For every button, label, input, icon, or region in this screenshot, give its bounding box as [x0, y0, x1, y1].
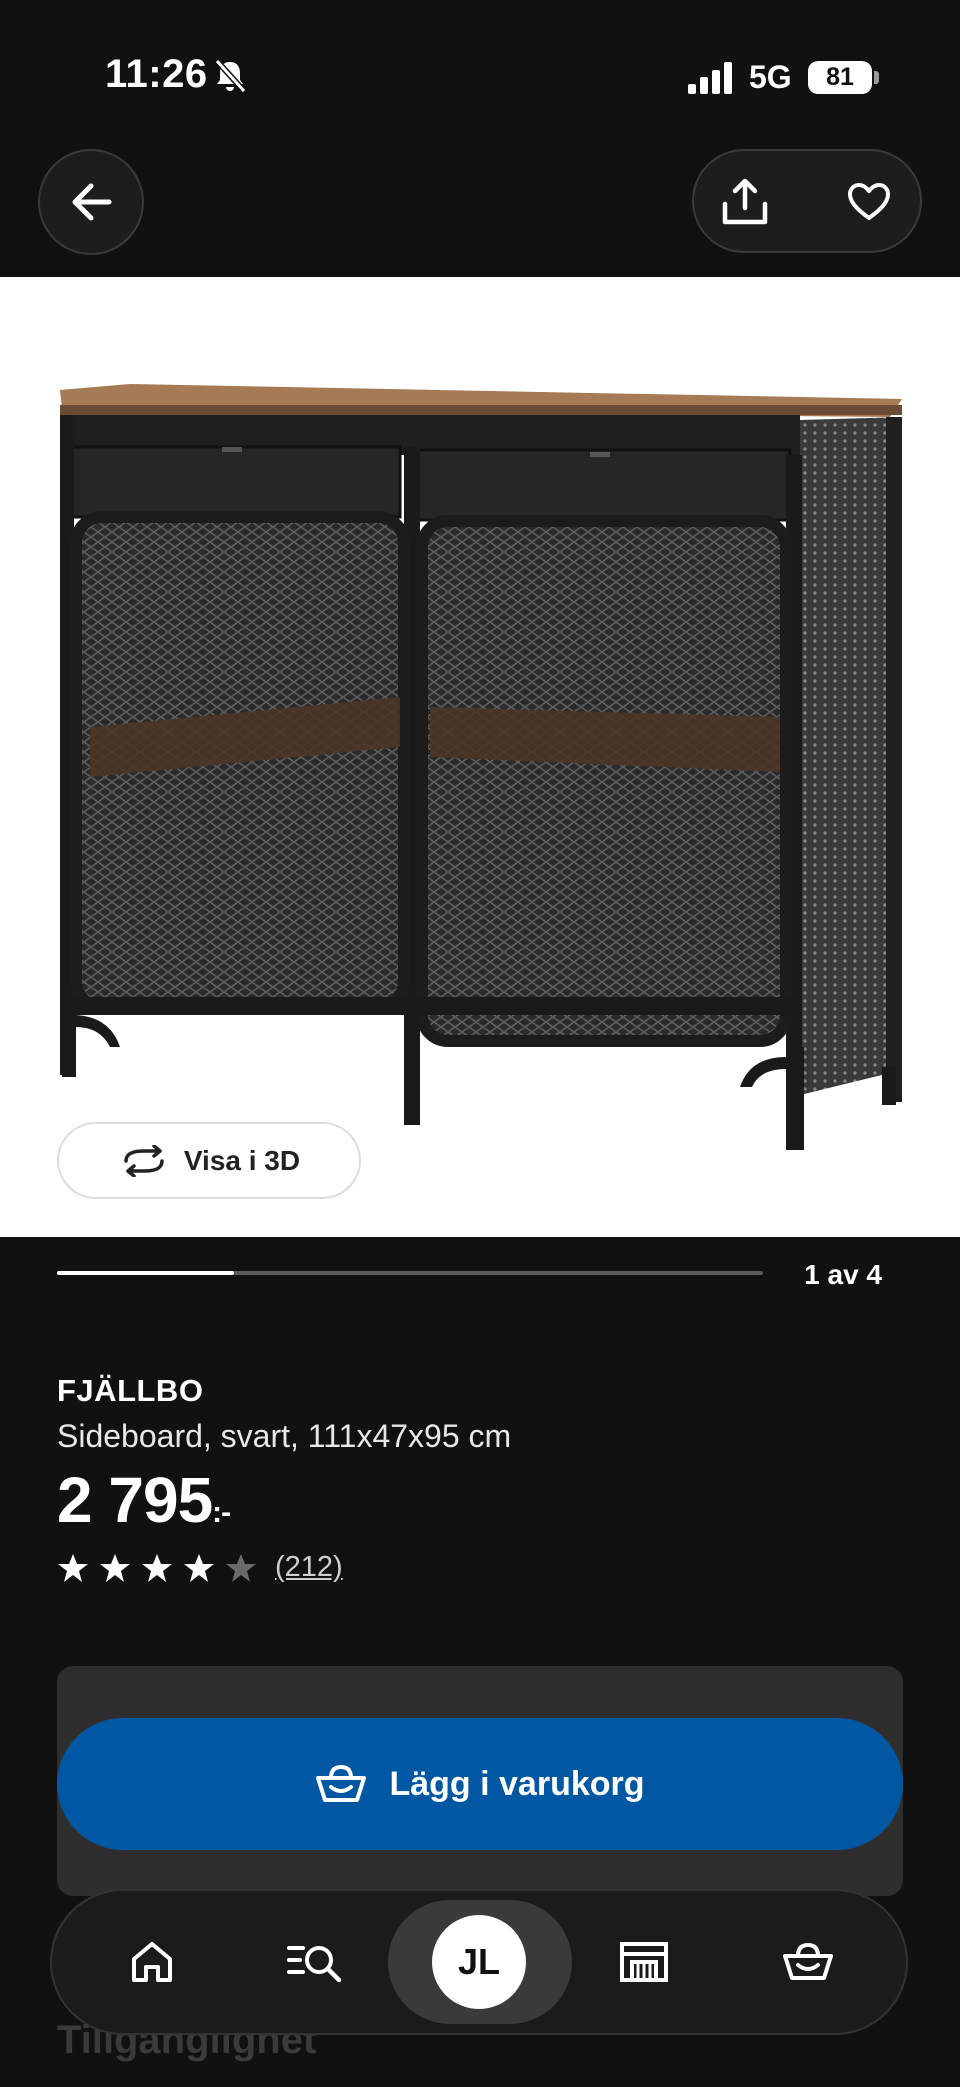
star-filled-icon	[142, 1553, 172, 1582]
view-3d-label: Visa i 3D	[183, 1144, 301, 1176]
arrow-left-icon	[72, 183, 112, 221]
review-count-link[interactable]: (212)	[275, 1551, 343, 1584]
product-name: FJÄLLBO	[57, 1373, 204, 1408]
gallery-progress	[57, 1271, 763, 1275]
basket-icon	[316, 1764, 367, 1802]
bell-muted-icon	[214, 58, 247, 94]
share-button[interactable]	[710, 167, 780, 237]
product-description: Sideboard, svart, 111x47x95 cm	[57, 1418, 512, 1454]
view-3d-button[interactable]: Visa i 3D	[57, 1122, 361, 1199]
sideboard-illustration	[60, 384, 902, 1150]
status-time: 11:26	[105, 52, 208, 96]
star-filled-icon	[58, 1553, 88, 1582]
price-value: 2 795	[57, 1464, 213, 1536]
basket-icon	[783, 1942, 833, 1980]
favorite-button[interactable]	[834, 167, 904, 237]
tab-search[interactable]	[273, 1920, 357, 2004]
signal-icon	[688, 62, 732, 94]
tab-home[interactable]	[110, 1920, 194, 2004]
battery-icon: 81	[808, 61, 872, 94]
tab-cart[interactable]	[766, 1920, 850, 2004]
share-icon	[722, 178, 768, 225]
status-bar: 11:26 5G 81	[0, 0, 960, 150]
add-to-cart-button[interactable]: Lägg i varukorg	[57, 1718, 903, 1850]
home-icon	[132, 1942, 172, 1982]
rating: (212)	[57, 1551, 343, 1584]
tab-stores[interactable]	[602, 1920, 686, 2004]
product-image[interactable]	[0, 277, 960, 1237]
add-to-cart-label: Lägg i varukorg	[389, 1764, 645, 1803]
price-suffix: :-	[212, 1496, 231, 1529]
star-filled-icon	[100, 1553, 130, 1582]
search-list-icon	[287, 1946, 342, 1983]
star-filled-icon	[184, 1553, 214, 1582]
battery-cap	[874, 71, 879, 84]
network-label: 5G	[749, 59, 792, 95]
star-empty-icon	[226, 1553, 256, 1582]
heart-icon	[848, 183, 890, 220]
back-button[interactable]	[38, 149, 144, 255]
store-icon	[620, 1942, 668, 1982]
page-indicator: 1 av 4	[804, 1259, 882, 1290]
rotate-icon	[124, 1144, 164, 1177]
gallery-progress-fill	[57, 1271, 234, 1275]
product-price: 2 795:-	[57, 1463, 231, 1537]
tab-profile-avatar[interactable]: JL	[432, 1915, 526, 2009]
star-rating	[57, 1552, 257, 1584]
